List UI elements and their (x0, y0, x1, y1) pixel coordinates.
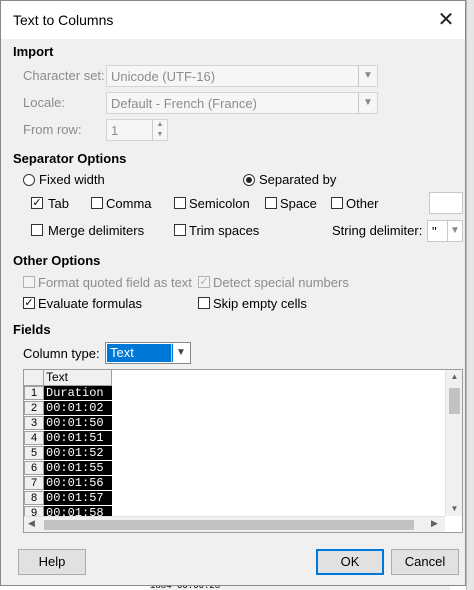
row-number: 1 (24, 386, 44, 400)
merge-delimiters-label[interactable]: Merge delimiters (48, 223, 144, 238)
evaluate-formulas-checkbox[interactable]: ✓ (23, 297, 35, 309)
fields-heading: Fields (13, 322, 51, 337)
preview-cell: 00:01:57 (44, 491, 112, 505)
chevron-down-icon: ▼ (358, 66, 377, 86)
preview-cell: 00:01:56 (44, 476, 112, 490)
character-set-select[interactable]: Unicode (UTF-16) ▼ (106, 65, 378, 87)
preview-cell: 00:01:55 (44, 461, 112, 475)
other-options-heading: Other Options (13, 253, 101, 268)
column-type-label: Column type: (23, 346, 100, 361)
from-row-label: From row: (23, 122, 82, 137)
locale-label: Locale: (23, 95, 65, 110)
tab-checkbox[interactable]: ✓ (31, 197, 43, 209)
preview-cell: 00:01:50 (44, 416, 112, 430)
column-type-select[interactable]: Text ▼ (105, 342, 191, 364)
spin-arrows-icon[interactable]: ▲ ▼ (152, 120, 167, 140)
scroll-down-icon[interactable]: ▼ (446, 504, 462, 513)
close-icon[interactable]: ✕ (433, 7, 459, 33)
separated-by-radio[interactable] (243, 174, 255, 186)
chevron-down-icon: ▼ (358, 93, 377, 113)
character-set-label: Character set: (23, 68, 105, 83)
row-number: 2 (24, 401, 44, 415)
column-preview-grid[interactable]: Text 1 Duration 2 00:01:02 3 00:01:50 4 … (23, 369, 463, 533)
fixed-width-radio[interactable] (23, 174, 35, 186)
semicolon-checkbox[interactable] (174, 197, 186, 209)
text-to-columns-dialog: Text to Columns ✕ Import Character set: … (0, 0, 466, 586)
row-number: 4 (24, 431, 44, 445)
space-checkbox[interactable] (265, 197, 277, 209)
format-quoted-label: Format quoted field as text (38, 275, 192, 290)
merge-delimiters-checkbox[interactable] (31, 224, 43, 236)
scroll-right-icon[interactable]: ▶ (431, 518, 438, 529)
character-set-value: Unicode (UTF-16) (111, 69, 216, 84)
fixed-width-label[interactable]: Fixed width (39, 172, 105, 187)
semicolon-label[interactable]: Semicolon (189, 196, 250, 211)
row-number: 7 (24, 476, 44, 490)
from-row-value: 1 (111, 123, 119, 138)
scroll-up-icon[interactable]: ▲ (446, 372, 462, 381)
import-heading: Import (13, 44, 54, 59)
column-type-value: Text (110, 345, 134, 360)
preview-cell: 00:01:52 (44, 446, 112, 460)
column-header[interactable]: Text (44, 370, 112, 386)
chevron-down-icon: ▼ (171, 343, 190, 363)
vertical-scrollbar[interactable]: ▲ ▼ (445, 370, 462, 516)
title-bar: Text to Columns ✕ (1, 1, 465, 39)
chevron-down-icon: ▼ (447, 221, 462, 241)
evaluate-formulas-label[interactable]: Evaluate formulas (38, 296, 142, 311)
skip-empty-label[interactable]: Skip empty cells (213, 296, 307, 311)
horizontal-scrollbar[interactable]: ◀ ▶ (24, 516, 445, 532)
background-window-edge (466, 0, 474, 590)
row-number: 3 (24, 416, 44, 430)
space-label[interactable]: Space (280, 196, 317, 211)
string-delimiter-label: String delimiter: (332, 223, 423, 238)
row-number: 8 (24, 491, 44, 505)
scrollbar-thumb[interactable] (44, 520, 414, 530)
preview-cell: Duration (44, 386, 112, 400)
other-checkbox[interactable] (331, 197, 343, 209)
locale-value: Default - French (France) (111, 96, 257, 111)
ok-button[interactable]: OK (316, 549, 384, 575)
tab-label[interactable]: Tab (48, 196, 69, 211)
format-quoted-checkbox[interactable] (23, 276, 35, 288)
separated-by-label[interactable]: Separated by (259, 172, 336, 187)
detect-special-label: Detect special numbers (213, 275, 349, 290)
trim-spaces-checkbox[interactable] (174, 224, 186, 236)
trim-spaces-label[interactable]: Trim spaces (189, 223, 259, 238)
cancel-button[interactable]: Cancel (391, 549, 459, 575)
from-row-spinbox[interactable]: 1 ▲ ▼ (106, 119, 168, 141)
dialog-title: Text to Columns (13, 12, 114, 28)
detect-special-checkbox[interactable]: ✓ (198, 276, 210, 288)
other-label[interactable]: Other (346, 196, 379, 211)
separator-options-heading: Separator Options (13, 151, 127, 166)
string-delimiter-value: " (432, 224, 437, 239)
comma-checkbox[interactable] (91, 197, 103, 209)
row-number: 5 (24, 446, 44, 460)
scrollbar-thumb[interactable] (449, 388, 460, 414)
preview-cell: 00:01:51 (44, 431, 112, 445)
other-input[interactable] (429, 192, 463, 214)
help-button[interactable]: Help (18, 549, 86, 575)
row-number: 6 (24, 461, 44, 475)
skip-empty-checkbox[interactable] (198, 297, 210, 309)
scroll-left-icon[interactable]: ◀ (28, 518, 35, 529)
preview-cell: 00:01:02 (44, 401, 112, 415)
string-delimiter-select[interactable]: " ▼ (427, 220, 463, 242)
comma-label[interactable]: Comma (106, 196, 152, 211)
locale-select[interactable]: Default - French (France) ▼ (106, 92, 378, 114)
